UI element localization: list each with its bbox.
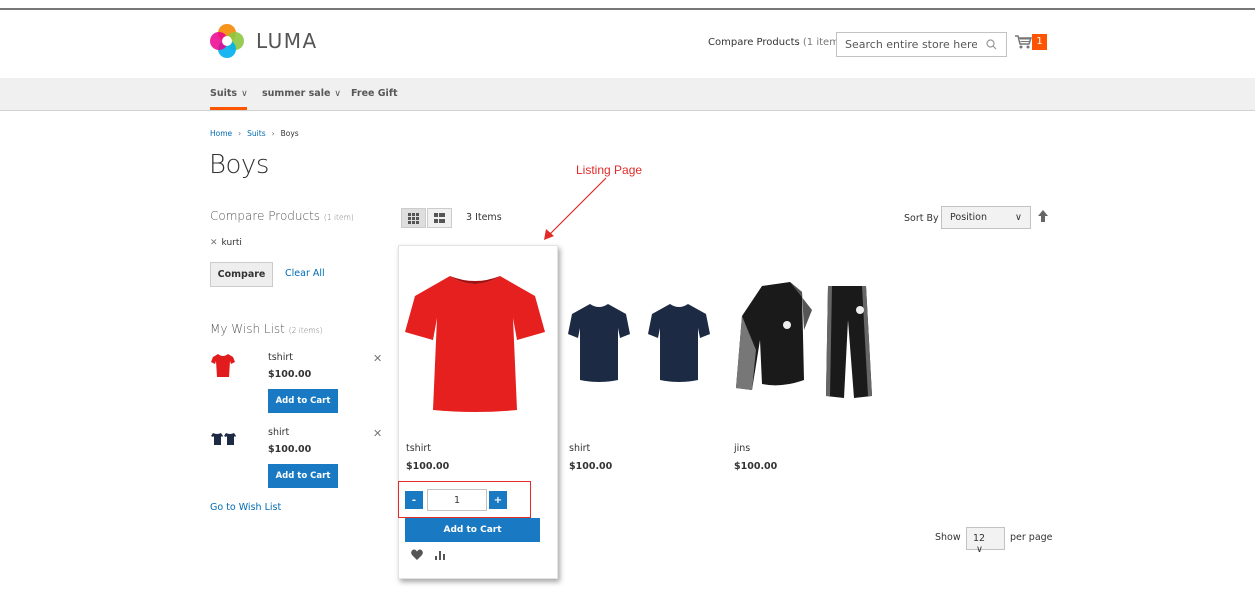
compare-item-name[interactable]: kurti: [222, 238, 242, 248]
list-view-button[interactable]: [427, 208, 452, 228]
nav-item-suits[interactable]: Suits ∨: [210, 88, 248, 99]
luma-logo-icon: [210, 24, 244, 58]
header-compare-link[interactable]: Compare Products (1 item): [708, 37, 843, 48]
product-image-jins[interactable]: [732, 280, 872, 404]
clear-all-link[interactable]: Clear All: [285, 268, 325, 279]
navy-shirts-thumbnail[interactable]: [210, 427, 238, 451]
nav-item-label: summer sale: [262, 88, 331, 99]
chevron-down-icon: ∨: [241, 89, 248, 99]
annotation-arrow-icon: [544, 177, 607, 240]
annotation-label: Listing Page: [576, 163, 643, 177]
limit-select[interactable]: 12 ∨: [966, 527, 1005, 555]
product-price: $100.00: [406, 461, 450, 472]
main-nav: Suits ∨ summer sale ∨ Free Gift: [0, 78, 1255, 111]
add-to-cart-button[interactable]: Add to Cart: [405, 518, 540, 542]
top-border: [0, 8, 1255, 10]
wishlist-add-to-cart-button[interactable]: Add to Cart: [268, 389, 338, 413]
product-image-shirt[interactable]: [568, 300, 710, 386]
nav-active-indicator: [210, 107, 247, 110]
wishlist-item-name[interactable]: shirt: [268, 427, 289, 438]
breadcrumb-separator-icon: ›: [238, 129, 242, 138]
product-price: $100.00: [569, 461, 613, 472]
go-to-wishlist-link[interactable]: Go to Wish List: [210, 502, 281, 513]
per-page-label: per page: [1010, 532, 1053, 543]
nav-item-free-gift[interactable]: Free Gift: [351, 88, 398, 99]
breadcrumb-suits[interactable]: Suits: [247, 129, 265, 138]
wishlist-count: (2 items): [288, 326, 323, 335]
close-icon[interactable]: ✕: [373, 352, 382, 365]
search-icon[interactable]: [986, 39, 997, 50]
compare-button[interactable]: Compare: [210, 262, 273, 287]
wishlist-item-price: $100.00: [268, 444, 312, 455]
sort-by-value: Position: [950, 212, 987, 223]
product-name[interactable]: shirt: [569, 443, 590, 454]
chevron-down-icon: ∨: [1015, 212, 1022, 223]
search-input[interactable]: [837, 33, 977, 56]
product-name[interactable]: jins: [734, 443, 750, 454]
breadcrumb-current: Boys: [280, 129, 299, 138]
wishlist-item: tshirt $100.00 ✕ Add to Cart: [210, 352, 385, 422]
wishlist-item-name[interactable]: tshirt: [268, 352, 293, 363]
toolbar-amount: 3 Items: [466, 212, 502, 223]
close-icon[interactable]: ✕: [373, 427, 382, 440]
product-price: $100.00: [734, 461, 778, 472]
page-title: Boys: [209, 150, 269, 180]
list-icon: [434, 213, 445, 223]
compare-list-item: ✕ kurti: [210, 238, 242, 248]
sidebar-compare-count: (1 item): [323, 213, 354, 222]
breadcrumb-home[interactable]: Home: [210, 129, 232, 138]
wishlist-label: My Wish List: [210, 322, 285, 336]
grid-view-button[interactable]: [401, 208, 426, 228]
sidebar-compare-label: Compare Products: [210, 209, 321, 223]
chevron-down-icon: ∨: [334, 89, 342, 99]
sort-by-select[interactable]: Position ∨: [941, 206, 1031, 229]
red-tshirt-thumbnail[interactable]: [210, 352, 236, 378]
qty-increase-button[interactable]: +: [489, 491, 507, 509]
wishlist-title: My Wish List (2 items): [210, 322, 323, 336]
qty-decrease-button[interactable]: -: [405, 491, 423, 509]
search-box: [836, 32, 1007, 57]
qty-input[interactable]: [427, 489, 487, 511]
compare-icon[interactable]: [434, 549, 446, 560]
cart-count-badge: 1: [1032, 34, 1047, 50]
nav-item-summer-sale[interactable]: summer sale ∨: [262, 88, 341, 99]
nav-item-label: Suits: [210, 88, 238, 99]
heart-icon[interactable]: [411, 549, 423, 560]
cart-icon[interactable]: [1014, 34, 1032, 50]
logo-text: LUMA: [256, 29, 318, 53]
grid-icon: [408, 213, 419, 224]
product-image-tshirt[interactable]: [405, 270, 545, 412]
sidebar-compare-title: Compare Products (1 item): [210, 209, 354, 223]
wishlist-add-to-cart-button[interactable]: Add to Cart: [268, 464, 338, 488]
nav-item-label: Free Gift: [351, 88, 398, 99]
sort-by-label: Sort By: [904, 213, 939, 224]
chevron-down-icon: ∨: [976, 544, 983, 555]
header-compare-label: Compare Products: [708, 37, 800, 48]
logo[interactable]: LUMA: [210, 24, 318, 58]
sort-direction-arrow-icon[interactable]: [1038, 210, 1048, 222]
limit-value: 12: [973, 533, 986, 544]
wishlist-item-price: $100.00: [268, 369, 312, 380]
product-name[interactable]: tshirt: [406, 443, 431, 454]
remove-icon[interactable]: ✕: [210, 238, 218, 248]
breadcrumb-separator-icon: ›: [271, 129, 275, 138]
breadcrumb: Home › Suits › Boys: [210, 129, 299, 138]
wishlist-item: shirt $100.00 ✕ Add to Cart: [210, 427, 385, 497]
show-label: Show: [935, 532, 961, 543]
